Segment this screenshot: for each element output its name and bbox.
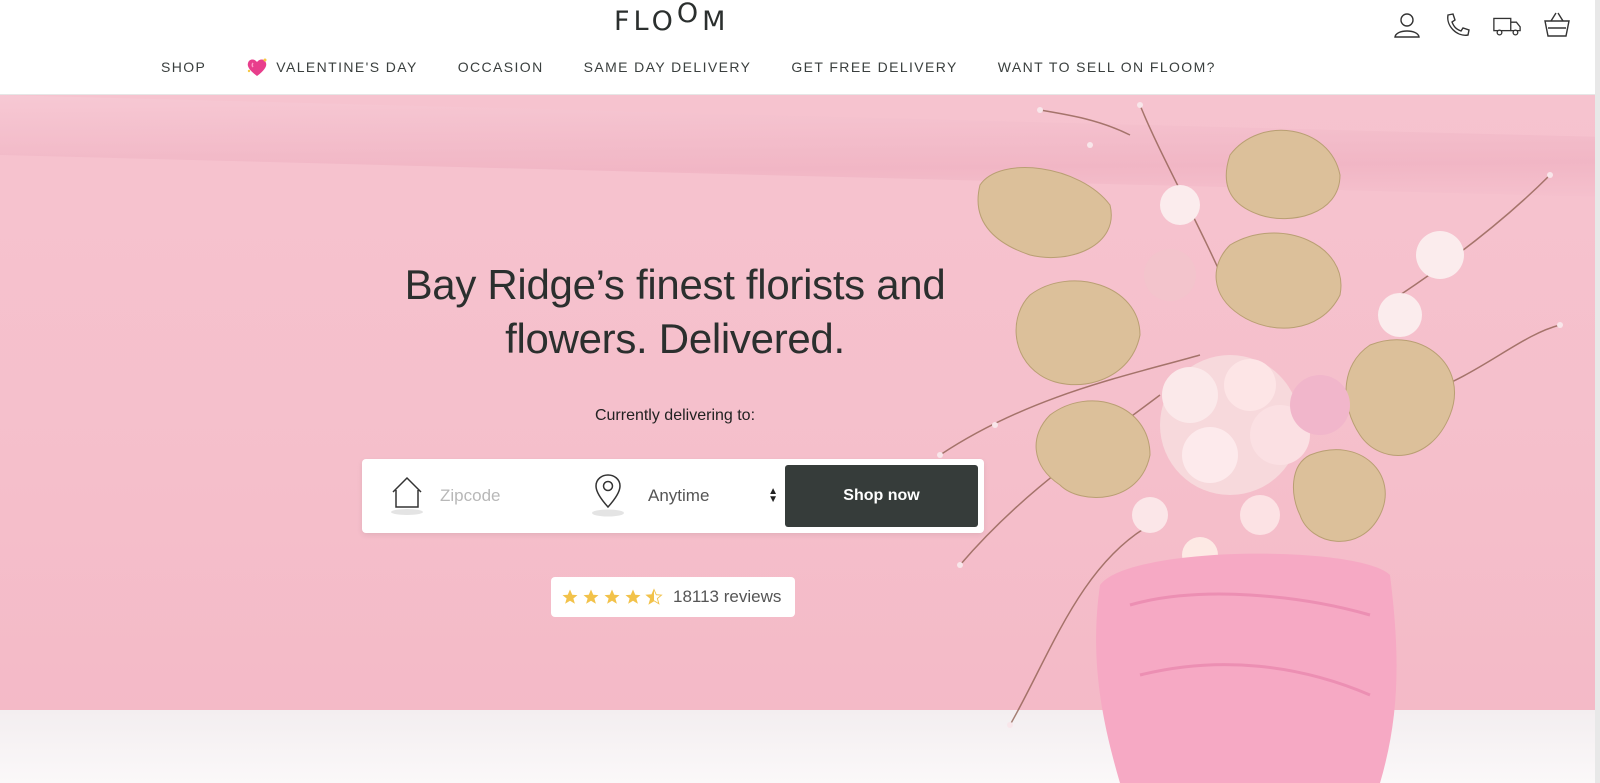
half-star-icon [645,588,663,605]
delivery-time-select[interactable]: Anytime ▲ ▼ [648,479,778,513]
nav-item-sell-on-floom[interactable]: WANT TO SELL ON FLOOM? [998,57,1216,77]
select-arrows-icon: ▲ ▼ [768,486,778,505]
hero-headline: Bay Ridge’s finest florists and flowers.… [340,258,1010,366]
sparkling-heart-icon [248,58,267,76]
star-icon [562,589,578,604]
basket-icon[interactable] [1542,10,1572,40]
reviews-badge[interactable]: 18113 reviews [551,577,795,617]
headline-line-1: Bay Ridge’s finest florists and [404,261,946,308]
delivering-label: Currently delivering to: [594,407,756,424]
nav-item-label: OCCASION [457,59,544,75]
nav-item-valentines-day[interactable]: VALENTINE'S DAY [246,57,417,77]
star-rating [561,588,663,606]
flower-bouquet-image [937,102,1563,783]
house-icon [391,476,423,515]
delivery-truck-icon[interactable] [1492,10,1522,40]
delivery-search-form: Anytime ▲▼ Shop now [362,459,984,533]
nav-item-label: WANT TO SELL ON FLOOM? [997,59,1216,75]
floom-logo[interactable]: FLOOM [614,0,729,37]
delivery-time-value: Anytime [648,486,710,505]
user-icon[interactable] [1392,10,1422,40]
hero-banner: Bay Ridge’s finest florists and flowers.… [0,95,1600,783]
nav-item-same-day-delivery[interactable]: SAME DAY DELIVERY [584,57,752,77]
nav-item-shop[interactable]: SHOP [161,57,206,77]
location-pin-icon [592,474,624,517]
shop-now-button[interactable]: Shop now [785,465,978,527]
zipcode-input[interactable] [440,479,590,513]
star-icon [604,589,620,604]
headline-line-2: flowers. Delivered. [505,315,845,362]
nav-item-get-free-delivery[interactable]: GET FREE DELIVERY [791,57,957,77]
phone-icon[interactable] [1442,10,1472,40]
nav-item-label: SHOP [161,59,207,75]
header-icons [1392,10,1572,40]
main-nav: SHOP VALENTINE'S DAY OCCASION SAME DAY D… [161,57,1216,77]
nav-item-label: VALENTINE'S DAY [276,59,418,75]
star-icon [625,589,641,604]
star-icon [583,589,599,604]
page-scrollbar[interactable] [1595,0,1600,783]
nav-item-label: SAME DAY DELIVERY [583,59,752,75]
site-header: FLOOM SHOP VALENTINE'S DAY OCCASION SAME… [0,0,1600,95]
reviews-count: 18113 reviews [673,587,782,606]
nav-item-occasion[interactable]: OCCASION [458,57,544,77]
nav-item-label: GET FREE DELIVERY [791,59,958,75]
